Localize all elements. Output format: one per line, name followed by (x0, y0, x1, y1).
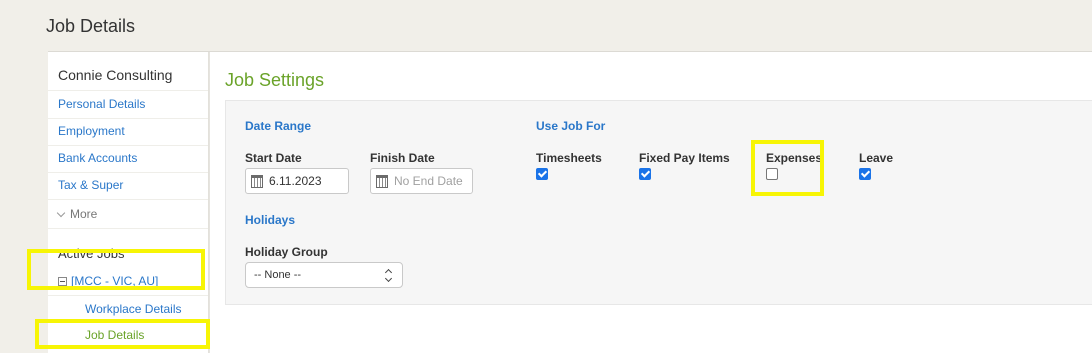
holidays-heading: Holidays (245, 213, 296, 227)
job-label: [MCC - VIC, AU] (71, 274, 159, 288)
sidebar-item-bank-accounts[interactable]: Bank Accounts (58, 151, 137, 165)
calendar-icon[interactable] (251, 174, 263, 188)
job-settings-title: Job Settings (225, 70, 325, 90)
sidebar-item-job-details[interactable]: Job Details (85, 328, 144, 342)
finish-date-input[interactable]: No End Date (370, 168, 473, 194)
start-date-value: 6.11.2023 (269, 174, 322, 188)
leave-label: Leave (859, 151, 894, 165)
sidebar-divider (48, 295, 208, 296)
collapse-icon[interactable] (58, 276, 67, 286)
expenses-label: Expenses (766, 151, 823, 165)
sidebar-divider (48, 118, 208, 119)
fixed-pay-items-checkbox[interactable] (639, 168, 651, 180)
employee-name: Connie Consulting (58, 67, 173, 83)
timesheets-checkbox[interactable] (536, 168, 548, 180)
sidebar-border (209, 52, 210, 353)
calendar-icon[interactable] (376, 174, 388, 188)
sidebar-divider (48, 322, 208, 323)
page-title: Job Details (46, 16, 136, 36)
finish-date-placeholder: No End Date (394, 174, 463, 188)
sidebar-item-workplace-details[interactable]: Workplace Details (85, 302, 181, 316)
sidebar-divider (48, 199, 208, 200)
expenses-checkbox[interactable] (766, 168, 778, 180)
sidebar-item-employment[interactable]: Employment (58, 124, 125, 138)
holiday-group-select[interactable]: -- None -- (245, 262, 403, 288)
holiday-group-value: -- None -- (254, 269, 302, 281)
sidebar-item-personal-details[interactable]: Personal Details (58, 97, 145, 111)
timesheets-label: Timesheets (536, 151, 602, 165)
finish-date-label: Finish Date (370, 151, 435, 165)
active-jobs-header: Active Jobs (58, 246, 125, 261)
more-label: More (70, 207, 98, 221)
holiday-group-label: Holiday Group (245, 245, 328, 259)
sidebar-item-tax-super[interactable]: Tax & Super (58, 178, 123, 192)
fixed-pay-items-label: Fixed Pay Items (639, 151, 730, 165)
start-date-label: Start Date (245, 151, 302, 165)
leave-checkbox[interactable] (859, 168, 871, 180)
select-arrows-icon (385, 269, 393, 282)
start-date-input[interactable]: 6.11.2023 (245, 168, 349, 194)
sidebar-more-toggle[interactable]: More (56, 207, 98, 221)
sidebar-divider (48, 172, 208, 173)
sidebar-divider (48, 228, 208, 229)
date-range-heading: Date Range (245, 119, 312, 133)
use-job-for-heading: Use Job For (536, 119, 606, 133)
sidebar-divider (48, 145, 208, 146)
sidebar: Connie Consulting Personal Details Emplo… (48, 52, 209, 353)
sidebar-divider (48, 90, 208, 91)
sidebar-item-job[interactable]: [MCC - VIC, AU] (58, 274, 158, 288)
chevron-down-icon (56, 208, 66, 217)
